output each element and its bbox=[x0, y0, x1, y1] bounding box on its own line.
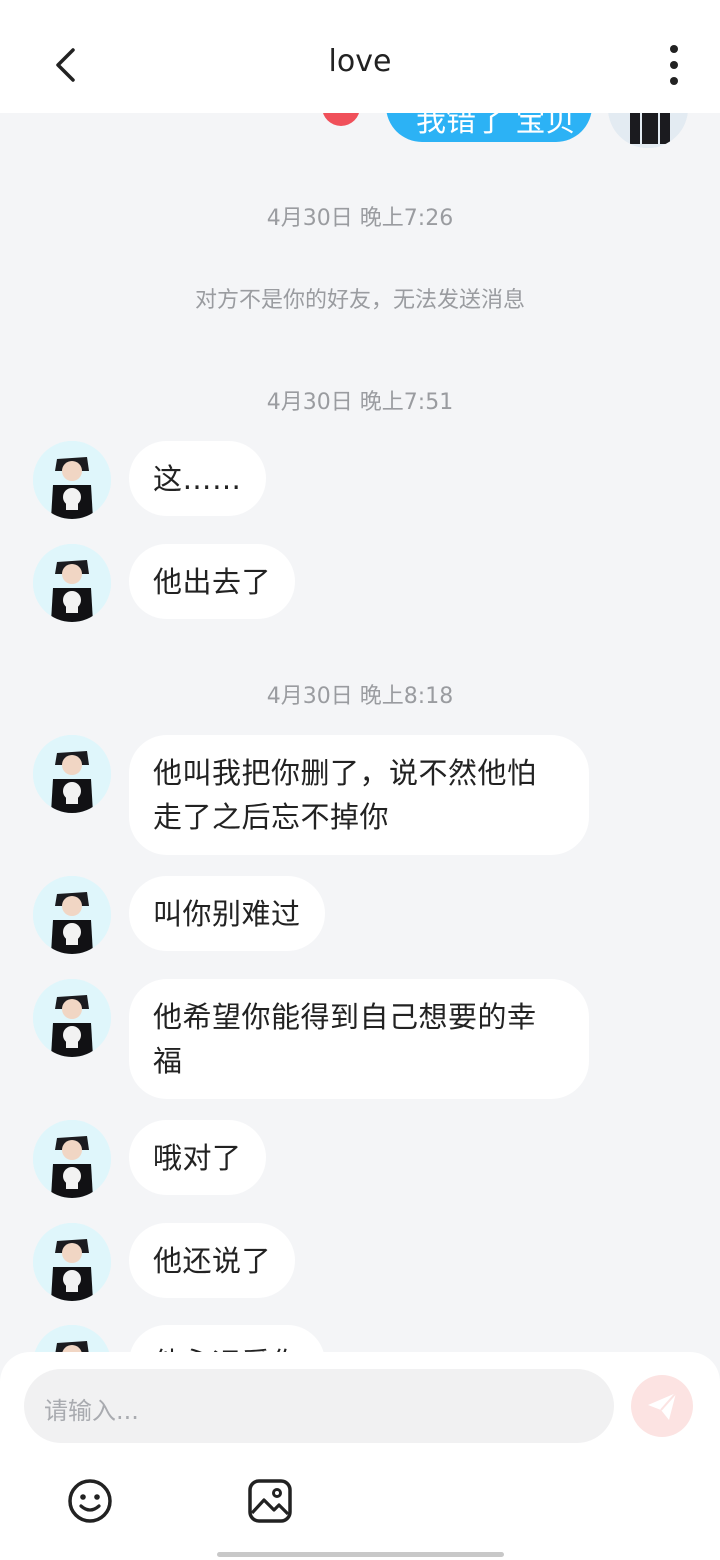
contact-avatar[interactable] bbox=[33, 1223, 111, 1301]
avatar-image bbox=[33, 1223, 111, 1301]
send-button[interactable] bbox=[631, 1375, 693, 1437]
received-message-bubble[interactable]: 他叫我把你删了，说不然他怕走了之后忘不掉你 bbox=[129, 735, 589, 855]
avatar-image bbox=[33, 1120, 111, 1198]
more-vertical-icon-dot bbox=[670, 77, 678, 85]
received-message-bubble[interactable]: 他还说了 bbox=[129, 1223, 296, 1298]
contact-avatar[interactable] bbox=[33, 1325, 111, 1352]
received-message-bubble[interactable]: 哦对了 bbox=[129, 1120, 266, 1195]
received-message-bubble[interactable]: 他出去了 bbox=[129, 544, 296, 619]
contact-avatar[interactable] bbox=[33, 544, 111, 622]
message-text: 哦对了 bbox=[153, 1140, 242, 1175]
timestamp: 4月30日 晚上7:51 bbox=[266, 390, 454, 415]
emoji-button[interactable] bbox=[66, 1477, 114, 1525]
avatar-image bbox=[33, 735, 111, 813]
emoji-icon bbox=[68, 1479, 112, 1523]
image-button[interactable] bbox=[246, 1477, 294, 1525]
message-text: 他永远爱你 bbox=[153, 1341, 301, 1353]
received-message-bubble[interactable]: 他希望你能得到自己想要的幸福 bbox=[129, 979, 589, 1099]
system-notice: 对方不是你的好友，无法发送消息 bbox=[194, 288, 525, 313]
top-bar: love bbox=[0, 0, 720, 113]
message-text: 他出去了 bbox=[153, 564, 272, 599]
contact-avatar[interactable] bbox=[33, 441, 111, 519]
composer-panel: 请输入... bbox=[0, 1352, 720, 1560]
avatar-image bbox=[33, 979, 111, 1057]
timestamp: 4月30日 晚上8:18 bbox=[266, 684, 454, 709]
contact-avatar[interactable] bbox=[33, 735, 111, 813]
more-options-button[interactable] bbox=[654, 40, 694, 90]
more-vertical-icon-dot bbox=[670, 61, 678, 69]
message-input[interactable]: 请输入... bbox=[24, 1369, 614, 1443]
message-list[interactable]: 我错了 宝贝 4月30日 晚上7:26 对方不是你的好友，无法发送消息 4月30… bbox=[0, 0, 720, 1352]
image-icon bbox=[248, 1479, 292, 1523]
message-text: 这…… bbox=[153, 461, 242, 496]
message-text: 他叫我把你删了，说不然他怕走了之后忘不掉你 bbox=[153, 756, 537, 834]
received-message-bubble[interactable]: 叫你别难过 bbox=[129, 876, 325, 951]
message-text: 他希望你能得到自己想要的幸福 bbox=[153, 1000, 537, 1078]
avatar-image bbox=[33, 441, 111, 519]
message-text: 他还说了 bbox=[153, 1243, 272, 1278]
received-message-bubble[interactable]: 他永远爱你 bbox=[129, 1325, 325, 1352]
contact-avatar[interactable] bbox=[33, 876, 111, 954]
more-vertical-icon bbox=[670, 45, 678, 53]
home-indicator[interactable] bbox=[217, 1552, 504, 1557]
contact-avatar[interactable] bbox=[33, 1120, 111, 1198]
timestamp: 4月30日 晚上7:26 bbox=[266, 206, 454, 231]
chat-title: love bbox=[328, 44, 392, 79]
message-text: 叫你别难过 bbox=[153, 896, 301, 931]
avatar-image bbox=[33, 544, 111, 622]
received-message-bubble[interactable]: 这…… bbox=[129, 441, 266, 516]
avatar-image bbox=[33, 1325, 111, 1352]
send-icon bbox=[648, 1392, 677, 1420]
avatar-image bbox=[33, 876, 111, 954]
contact-avatar[interactable] bbox=[33, 979, 111, 1057]
